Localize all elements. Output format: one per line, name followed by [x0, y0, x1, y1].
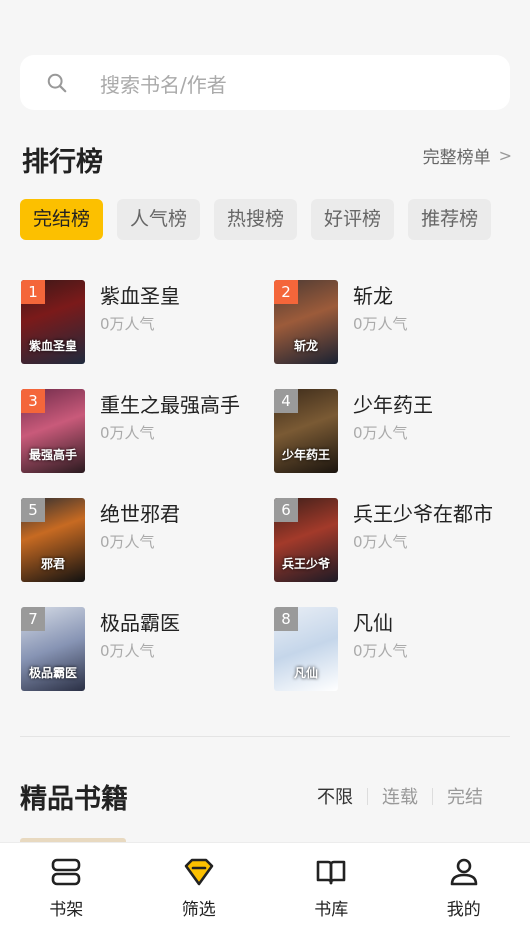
- book-popularity: 0万人气: [353, 424, 408, 442]
- filter-ongoing[interactable]: 连载: [382, 783, 418, 809]
- book-title: 兵王少爷在都市: [353, 502, 493, 526]
- tab-profile[interactable]: 我的: [398, 843, 530, 925]
- cover-title: 斩龙: [293, 339, 318, 353]
- book-popularity: 0万人气: [353, 315, 408, 333]
- full-ranking-label: 完整榜单: [422, 148, 491, 168]
- ranking-tabs: 完结榜 人气榜 热搜榜 好评榜 推荐榜: [20, 199, 492, 240]
- tab-library[interactable]: 书库: [265, 843, 398, 925]
- cover-title: 最强高手: [28, 448, 77, 462]
- chevron-right-icon: >: [498, 146, 512, 165]
- rank-badge: 1: [21, 280, 45, 304]
- tab-bookshelf[interactable]: 书架: [0, 843, 133, 925]
- book-title: 紫血圣皇: [100, 284, 180, 308]
- tab-top-rated[interactable]: 好评榜: [311, 199, 395, 240]
- book-title: 斩龙: [353, 284, 393, 308]
- bookshelf-icon: [51, 858, 81, 886]
- book-popularity: 0万人气: [353, 533, 408, 551]
- rank-badge: 5: [21, 498, 45, 522]
- tab-bookshelf-label: 书架: [49, 900, 84, 920]
- tab-completed[interactable]: 完结榜: [20, 199, 104, 240]
- book-cover: 2 斩龙: [274, 280, 338, 364]
- book-title: 少年药王: [353, 393, 433, 417]
- filter-completed[interactable]: 完结: [447, 783, 483, 809]
- book-popularity: 0万人气: [100, 424, 155, 442]
- cover-title: 凡仙: [293, 666, 318, 680]
- book-title: 凡仙: [353, 611, 393, 635]
- full-ranking-link[interactable]: 完整榜单 >: [423, 143, 512, 168]
- book-popularity: 0万人气: [353, 642, 408, 660]
- book-cover: 6 兵王少爷: [274, 498, 338, 582]
- ranking-book[interactable]: 1 紫血圣皇 紫血圣皇 0万人气: [21, 280, 271, 364]
- book-cover: 1 紫血圣皇: [21, 280, 85, 364]
- rank-badge: 3: [21, 389, 45, 413]
- filter-all[interactable]: 不限: [317, 783, 353, 809]
- tab-filter[interactable]: 筛选: [133, 843, 266, 925]
- ranking-book[interactable]: 4 少年药王 少年药王 0万人气: [274, 389, 524, 473]
- ranking-book[interactable]: 7 极品霸医 极品霸医 0万人气: [21, 607, 271, 691]
- cover-title: 极品霸医: [28, 666, 77, 680]
- user-icon: [450, 858, 478, 886]
- rank-badge: 2: [274, 280, 298, 304]
- book-cover: 7 极品霸医: [21, 607, 85, 691]
- rank-badge: 7: [21, 607, 45, 631]
- book-popularity: 0万人气: [100, 642, 155, 660]
- premium-books-title: 精品书籍: [20, 784, 128, 815]
- tab-trending[interactable]: 热搜榜: [214, 199, 298, 240]
- filter-separator: [432, 787, 433, 805]
- section-divider: [20, 736, 510, 737]
- book-popularity: 0万人气: [100, 533, 155, 551]
- cover-title: 邪君: [40, 557, 65, 571]
- ranking-book[interactable]: 6 兵王少爷 兵王少爷在都市 0万人气: [274, 498, 524, 582]
- cover-title: 紫血圣皇: [28, 339, 77, 353]
- book-cover: 5 邪君: [21, 498, 85, 582]
- cover-title: 少年药王: [281, 448, 330, 462]
- book-cover: 4 少年药王: [274, 389, 338, 473]
- tab-filter-label: 筛选: [181, 900, 216, 920]
- diamond-filter-icon: [184, 858, 214, 886]
- open-book-icon: [316, 860, 346, 885]
- search-icon: [47, 73, 67, 93]
- book-cover: 3 最强高手: [21, 389, 85, 473]
- book-cover: 8 凡仙: [274, 607, 338, 691]
- tab-recommended[interactable]: 推荐榜: [408, 199, 492, 240]
- ranking-title: 排行榜: [22, 147, 103, 178]
- status-filters: 不限 连载 完结: [317, 783, 483, 809]
- tab-library-label: 书库: [314, 900, 349, 920]
- book-title: 极品霸医: [100, 611, 180, 635]
- rank-badge: 8: [274, 607, 298, 631]
- book-title: 重生之最强高手: [100, 393, 240, 417]
- book-popularity: 0万人气: [100, 315, 155, 333]
- bottom-tab-bar: 书架 筛选 书库 我的: [0, 842, 530, 925]
- cover-title: 兵王少爷: [281, 557, 330, 571]
- book-title: 绝世邪君: [100, 502, 180, 526]
- tab-popular[interactable]: 人气榜: [117, 199, 201, 240]
- search-bar[interactable]: 搜索书名/作者: [20, 55, 510, 110]
- ranking-book[interactable]: 8 凡仙 凡仙 0万人气: [274, 607, 524, 691]
- ranking-book[interactable]: 5 邪君 绝世邪君 0万人气: [21, 498, 271, 582]
- rank-badge: 6: [274, 498, 298, 522]
- search-placeholder: 搜索书名/作者: [100, 73, 227, 97]
- tab-profile-label: 我的: [446, 900, 481, 920]
- ranking-book[interactable]: 3 最强高手 重生之最强高手 0万人气: [21, 389, 271, 473]
- rank-badge: 4: [274, 389, 298, 413]
- filter-separator: [367, 787, 368, 805]
- ranking-book[interactable]: 2 斩龙 斩龙 0万人气: [274, 280, 524, 364]
